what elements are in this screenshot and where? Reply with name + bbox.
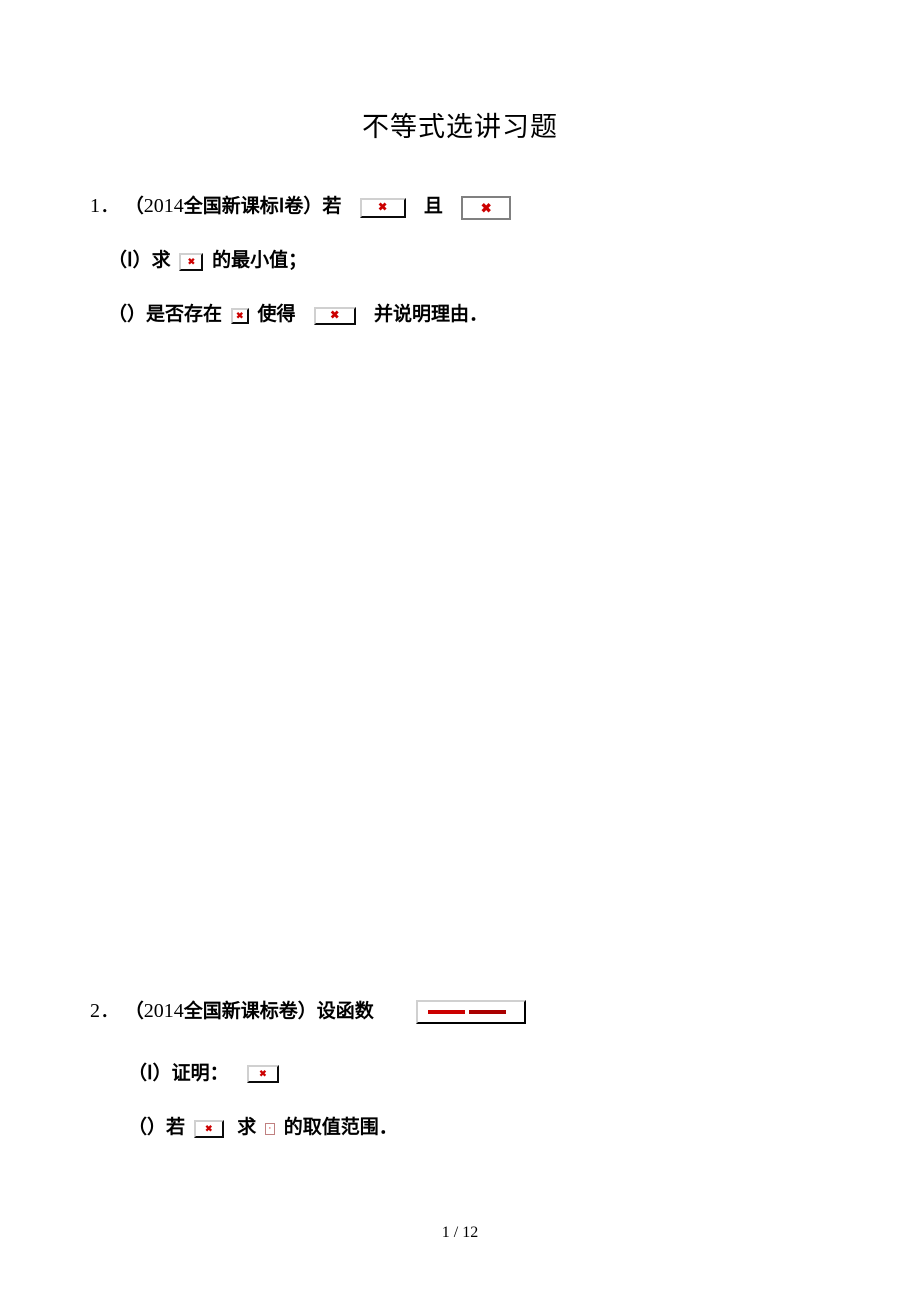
document-page: 不等式选讲习题 1． （2014全国新课标Ⅰ卷）若 ✖ 且 ✖ （Ⅰ）求 ✖ 的… xyxy=(0,0,920,1302)
broken-image-icon: ✖ xyxy=(179,253,203,271)
q2-p1-open: （Ⅰ）证明： xyxy=(128,1063,229,1084)
question-2: 2． （2014全国新课标卷）设函数 xyxy=(90,993,830,1029)
page-current: 1 xyxy=(442,1224,450,1241)
q2-source-open: （ xyxy=(125,1001,144,1022)
page-footer: 1 / 12 xyxy=(0,1224,920,1242)
q2-part-1: （Ⅰ）证明： ✖ xyxy=(90,1057,830,1091)
q1-p2-mid: 使得 xyxy=(258,304,296,325)
q2-p2-open: （）若 xyxy=(128,1117,185,1138)
q1-source-open: （ xyxy=(125,196,144,217)
page-total: 12 xyxy=(462,1224,478,1241)
question-1: 1． （2014全国新课标Ⅰ卷）若 ✖ 且 ✖ xyxy=(90,188,830,224)
q2-source-rest: 全国新课标卷）设函数 xyxy=(184,1001,374,1022)
q1-source-rest: 全国新课标Ⅰ卷）若 xyxy=(184,196,342,217)
q1-p1-open: （Ⅰ）求 xyxy=(108,250,171,271)
q1-part-2: （）是否存在 ✖ 使得 ✖ 并说明理由． xyxy=(90,298,830,332)
broken-image-icon: ✖ xyxy=(231,308,249,324)
q2-p2-rest: 的取值范围． xyxy=(284,1117,398,1138)
broken-image-icon: · xyxy=(265,1123,275,1135)
q1-part-1: （Ⅰ）求 ✖ 的最小值； xyxy=(90,244,830,278)
broken-image-icon xyxy=(416,1000,526,1024)
q1-year: 2014 xyxy=(144,195,184,217)
q1-p1-rest: 的最小值； xyxy=(212,250,307,271)
q2-number: 2． xyxy=(90,1000,120,1022)
broken-image-icon: ✖ xyxy=(247,1065,279,1083)
q2-part-2: （）若 ✖ 求 · 的取值范围． xyxy=(90,1111,830,1145)
page-sep: / xyxy=(450,1224,462,1241)
broken-image-icon: ✖ xyxy=(194,1120,224,1138)
q2-year: 2014 xyxy=(144,1000,184,1022)
q2-p2-mid: 求 xyxy=(237,1117,256,1138)
blank-space xyxy=(90,353,830,993)
q1-p2-rest: 并说明理由． xyxy=(374,304,488,325)
q1-and: 且 xyxy=(424,196,443,217)
q1-p2-open: （）是否存在 xyxy=(108,304,222,325)
broken-image-icon: ✖ xyxy=(360,198,406,218)
document-title: 不等式选讲习题 xyxy=(90,105,830,144)
broken-image-icon: ✖ xyxy=(314,307,356,325)
broken-image-icon: ✖ xyxy=(461,196,511,220)
q1-number: 1． xyxy=(90,195,120,217)
